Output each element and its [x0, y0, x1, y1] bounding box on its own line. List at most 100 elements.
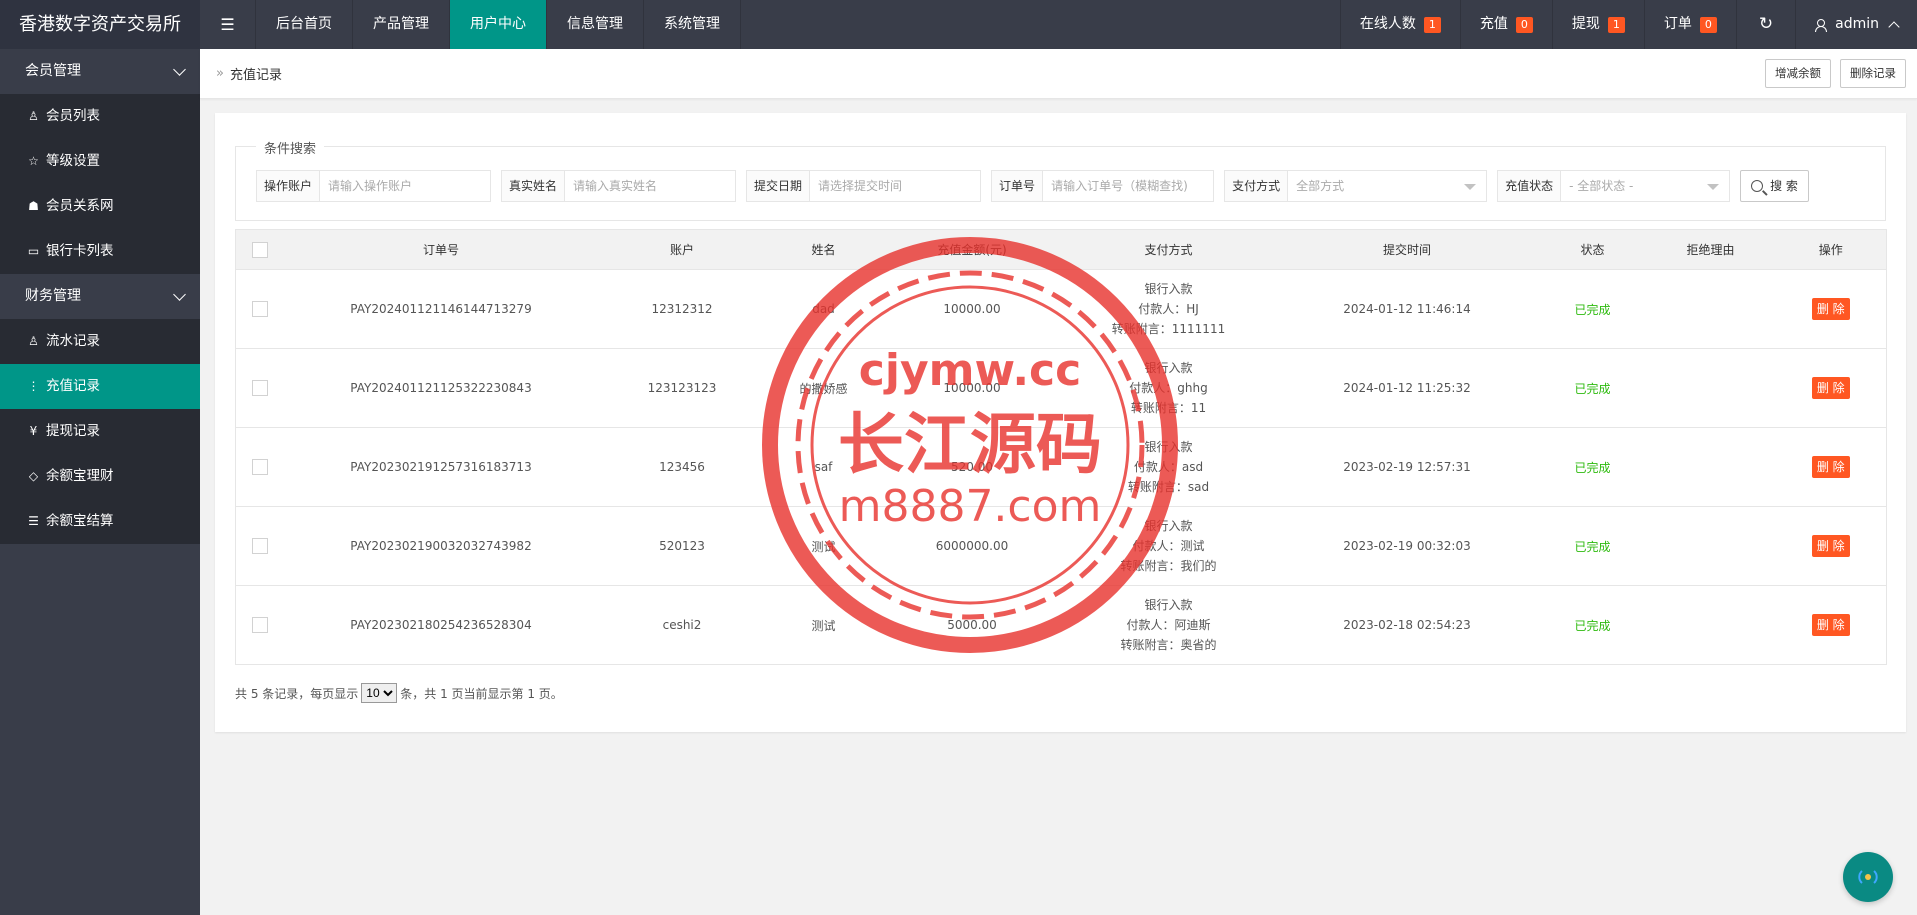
order-label: 订单号	[992, 171, 1044, 201]
sidebar-group-members[interactable]: 会员管理	[0, 49, 200, 94]
brand-title: 香港数字资产交易所	[0, 0, 200, 49]
adjust-balance-button[interactable]: 增减余额	[1765, 59, 1831, 88]
nav-info[interactable]: 信息管理	[547, 0, 644, 49]
pay-method-filter: 支付方式 全部方式	[1224, 170, 1488, 202]
pay-type: 银行入款	[1144, 519, 1193, 533]
pay-type: 银行入款	[1144, 361, 1193, 375]
payer: 付款人：ghhg	[1129, 381, 1208, 395]
action-cell: 删 除	[1775, 427, 1887, 507]
select-all-checkbox[interactable]	[251, 241, 268, 258]
status-badge: 已完成	[1539, 427, 1646, 507]
order-cell: PAY20230219125731618371​3	[283, 427, 599, 507]
page-size-select[interactable]: 10	[361, 683, 398, 703]
user-menu[interactable]: admin	[1795, 0, 1917, 49]
name-input[interactable]: 请输入真实姓名	[565, 171, 735, 201]
search-button[interactable]: 搜 索	[1740, 170, 1809, 202]
account-filter: 操作账户 请输入操作账户	[256, 170, 492, 202]
sidebar-item-label: 余额宝理财	[46, 468, 114, 484]
row-select-cell	[235, 427, 284, 507]
sidebar-item-level-settings[interactable]: ☆ 等级设置	[0, 139, 200, 184]
nav-system[interactable]: 系统管理	[644, 0, 741, 49]
records-panel: 条件搜索 操作账户 请输入操作账户 真实姓名 请输入真实姓名 提交日期 请选择提…	[215, 113, 1906, 732]
sidebar-item-bank-cards[interactable]: ▭ 银行卡列表	[0, 229, 200, 274]
date-input[interactable]: 请选择提交时间	[810, 171, 980, 201]
status-badge: 已完成	[1539, 348, 1646, 428]
delete-button[interactable]: 删 除	[1811, 456, 1850, 478]
delete-button[interactable]: 删 除	[1811, 298, 1850, 320]
sidebar-group-label: 财务管理	[25, 288, 81, 304]
row-checkbox[interactable]	[251, 538, 268, 554]
date-filter: 提交日期 请选择提交时间	[746, 170, 982, 202]
sidebar-item-yuebao-finance[interactable]: ◇ 余额宝理财	[0, 454, 200, 499]
col-status: 状态	[1539, 229, 1646, 270]
pay-method-select[interactable]: 全部方式	[1288, 171, 1486, 201]
sidebar-item-label: 充值记录	[46, 378, 100, 394]
floating-support-button[interactable]	[1843, 852, 1893, 902]
order-notice[interactable]: 订单 0	[1643, 0, 1736, 49]
sidebar-item-recharge-records[interactable]: ⋮ 充值记录	[0, 364, 200, 409]
pay-method-cell: 银行入款付款人：测试 转账附言：我们的	[1062, 506, 1275, 586]
withdraw-badge: 1	[1607, 16, 1625, 33]
status-badge: 已完成	[1539, 506, 1646, 586]
table-header-row: 订单号 账户 姓名 充值金额(元) 支付方式 提交时间 状态 拒绝理由 操作	[235, 229, 1887, 270]
account-cell: ceshi2	[598, 585, 766, 665]
amount-cell: 10000.00	[881, 348, 1063, 428]
name-cell: 测试	[765, 585, 882, 665]
row-checkbox[interactable]	[251, 617, 268, 633]
amount-cell: 10000.00	[881, 269, 1063, 349]
chevron-down-icon	[173, 288, 186, 301]
name-cell: saf	[765, 427, 882, 507]
name-cell: dad	[765, 269, 882, 349]
status-badge: 已完成	[1539, 269, 1646, 349]
pay-method-cell: 银行入款 付款人：阿迪斯 转账附言：奥省的	[1062, 585, 1275, 665]
server-icon: ☰	[28, 514, 39, 528]
sidebar-item-label: 会员关系网	[46, 198, 114, 214]
amount-cell: 520.00	[881, 427, 1063, 507]
pager-summary: 条，共 1 页当前显示第 1 页。	[400, 686, 563, 701]
sidebar-item-label: 会员列表	[46, 108, 100, 124]
sidebar-item-relations[interactable]: ☗ 会员关系网	[0, 184, 200, 229]
recharge-badge: 0	[1515, 16, 1533, 33]
nav-products[interactable]: 产品管理	[353, 0, 450, 49]
sidebar-group-finance[interactable]: 财务管理	[0, 274, 200, 319]
sidebar-item-yuebao-settlement[interactable]: ☰ 余额宝结算	[0, 499, 200, 544]
sidebar-group-label: 会员管理	[25, 63, 81, 79]
action-cell: 删 除	[1775, 506, 1887, 586]
account-label: 操作账户	[257, 171, 321, 201]
pay-method-cell: 银行入款 付款人：asd 转账附言：sad	[1062, 427, 1275, 507]
account-input[interactable]: 请输入操作账户	[320, 171, 490, 201]
action-cell: 删 除	[1775, 269, 1887, 349]
payer: 付款人：阿迪斯	[1126, 618, 1211, 632]
chevron-down-icon	[173, 63, 186, 76]
recharge-notice[interactable]: 充值 0	[1459, 0, 1552, 49]
amount-cell: 5000.00	[881, 585, 1063, 665]
delete-button[interactable]: 删 除	[1811, 377, 1850, 399]
nav-user-center[interactable]: 用户中心	[450, 0, 547, 49]
row-checkbox[interactable]	[251, 301, 268, 317]
transfer-note: 转账附言：我们的	[1120, 559, 1217, 573]
delete-button[interactable]: 删 除	[1811, 614, 1850, 636]
status-select[interactable]: - 全部状态 -	[1561, 171, 1729, 201]
sidebar-item-member-list[interactable]: ♙ 会员列表	[0, 94, 200, 139]
menu-toggle-icon[interactable]: ☰	[200, 0, 256, 49]
row-checkbox[interactable]	[251, 380, 268, 396]
time-cell: 2024-01-12 11:46:14	[1274, 269, 1540, 349]
delete-records-button[interactable]: 删除记录	[1840, 59, 1906, 88]
delete-button[interactable]: 删 除	[1811, 535, 1850, 557]
more-vertical-icon: ⋮	[27, 379, 40, 393]
withdraw-notice[interactable]: 提现 1	[1551, 0, 1644, 49]
order-input[interactable]: 请输入订单号（模糊查找)	[1043, 171, 1213, 201]
row-checkbox[interactable]	[251, 459, 268, 475]
sidebar-item-flow-records[interactable]: ♙ 流水记录	[0, 319, 200, 364]
nav-home[interactable]: 后台首页	[256, 0, 353, 49]
user-icon	[1815, 18, 1828, 32]
select-caret-icon	[1464, 184, 1477, 190]
sidebar: 会员管理 ♙ 会员列表 ☆ 等级设置 ☗ 会员关系网 ▭ 银行卡列表 财务管理 ♙ 流水记…	[0, 49, 200, 915]
online-users[interactable]: 在线人数 1	[1339, 0, 1460, 49]
payer: 付款人：测试	[1132, 539, 1205, 553]
refresh-icon[interactable]: ↻	[1735, 0, 1795, 49]
select-caret-icon	[1707, 184, 1720, 190]
sidebar-item-withdraw-records[interactable]: ¥ 提现记录	[0, 409, 200, 454]
pay-type: 银行入款	[1144, 282, 1193, 296]
order-filter: 订单号 请输入订单号（模糊查找)	[991, 170, 1215, 202]
